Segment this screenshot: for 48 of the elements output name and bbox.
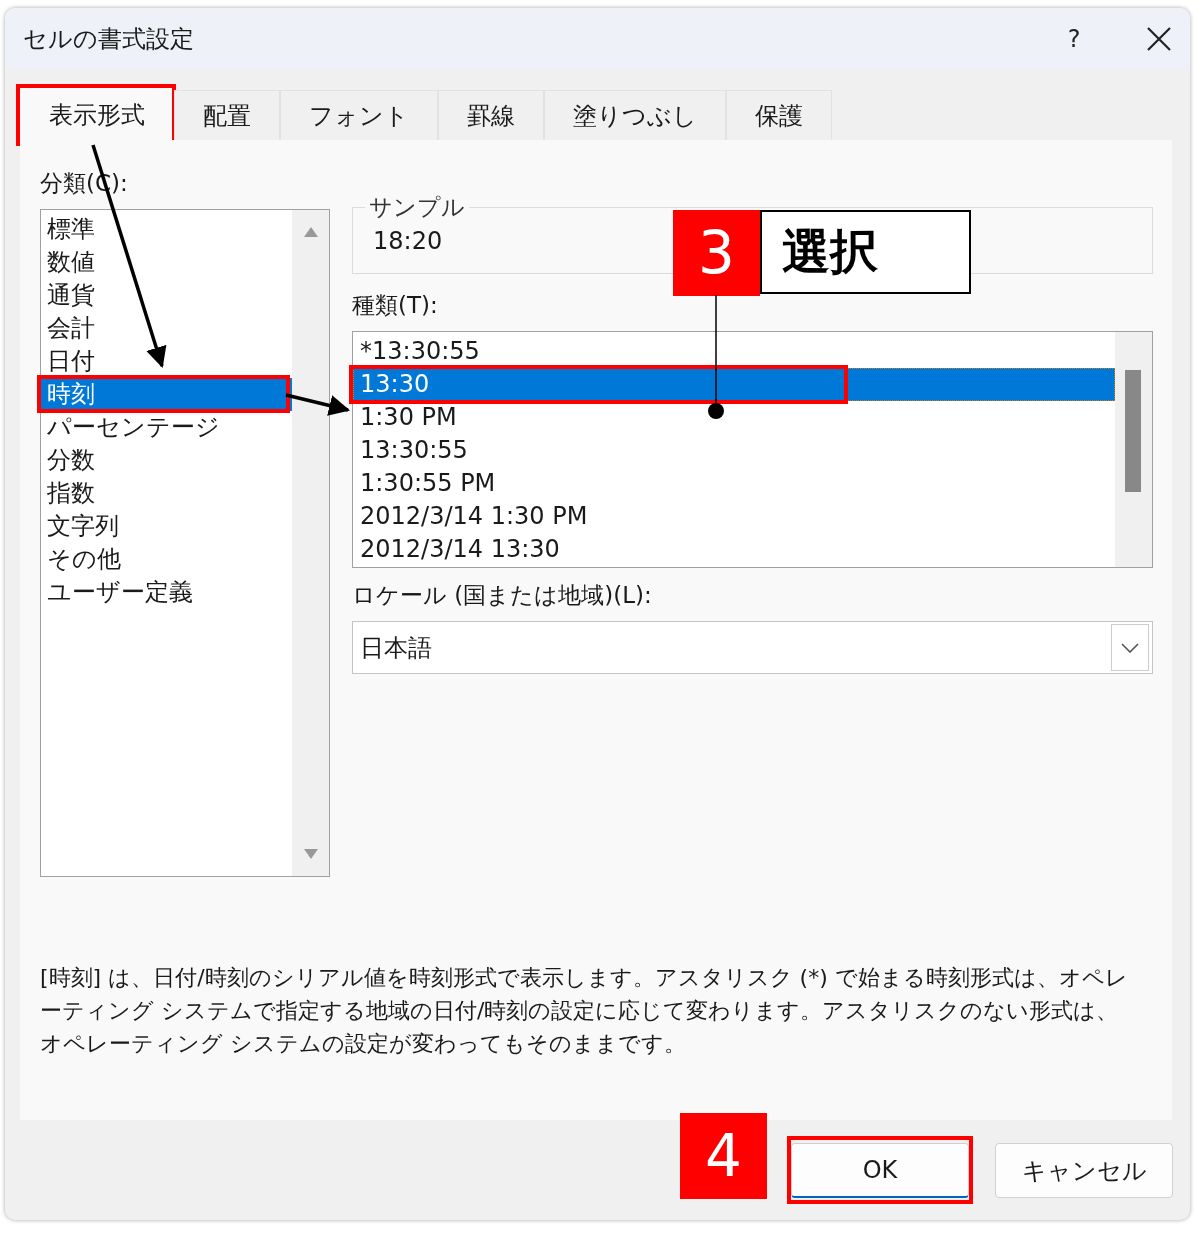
locale-label: ロケール (国または地域)(L): bbox=[352, 581, 653, 610]
type-list[interactable]: *13:30:55 13:30 1:30 PM 13:30:55 1:30:55 PM 2012/3/14 1:30 PM 2012/3/14 13:30 bbox=[352, 331, 1153, 568]
type-item[interactable]: 2012/3/14 1:30 PM bbox=[353, 500, 1115, 533]
category-item[interactable]: 文字列 bbox=[41, 510, 292, 543]
category-item[interactable]: 指数 bbox=[41, 477, 292, 510]
callout-label: 選択 bbox=[760, 210, 971, 294]
ok-button[interactable]: OK bbox=[791, 1143, 969, 1198]
tab[interactable]: 配置 bbox=[174, 90, 280, 140]
type-item[interactable]: 13:30:55 bbox=[353, 434, 1115, 467]
category-item[interactable]: 数値 bbox=[41, 246, 292, 279]
category-list[interactable]: 標準 数値 通貨 会計 日付 時刻 パーセンテージ 分数 指数 文字列 その他 ユーザー定義 bbox=[40, 209, 330, 877]
sample-value: 18:20 bbox=[373, 227, 443, 255]
cancel-button[interactable]: キャンセル bbox=[995, 1143, 1173, 1198]
category-item[interactable]: 通貨 bbox=[41, 279, 292, 312]
category-item[interactable]: 会計 bbox=[41, 312, 292, 345]
arrow bbox=[285, 393, 351, 416]
category-item[interactable]: ユーザー定義 bbox=[41, 576, 292, 609]
step-number: 3 bbox=[673, 210, 760, 296]
type-item[interactable]: 1:30:55 PM bbox=[353, 467, 1115, 500]
scroll-up-icon[interactable] bbox=[302, 226, 319, 238]
scroll-thumb[interactable] bbox=[1125, 370, 1141, 492]
tab[interactable]: フォント bbox=[280, 90, 438, 140]
tab[interactable]: 塗りつぶし bbox=[544, 90, 726, 140]
help-button[interactable]: ? bbox=[1054, 24, 1094, 54]
category-item[interactable]: 標準 bbox=[41, 213, 292, 246]
type-item[interactable]: 2012/3/14 13:30 bbox=[353, 533, 1115, 566]
close-icon bbox=[1146, 26, 1172, 52]
tab[interactable]: 表示形式 bbox=[20, 88, 174, 140]
type-label: 種類(T): bbox=[352, 291, 439, 320]
type-item[interactable]: *13:30:55 bbox=[353, 335, 1115, 368]
scrollbar[interactable] bbox=[1115, 332, 1152, 567]
type-item[interactable]: 13:30 bbox=[353, 368, 1115, 401]
scroll-down-icon[interactable] bbox=[302, 848, 319, 860]
category-item[interactable]: パーセンテージ bbox=[41, 411, 292, 444]
close-button[interactable] bbox=[1146, 26, 1172, 52]
category-item[interactable]: その他 bbox=[41, 543, 292, 576]
category-item[interactable]: 日付 bbox=[41, 345, 292, 378]
scrollbar[interactable] bbox=[292, 210, 329, 876]
type-item[interactable]: 1:30 PM bbox=[353, 401, 1115, 434]
step-number: 4 bbox=[680, 1113, 767, 1199]
tab[interactable]: 罫線 bbox=[438, 90, 544, 140]
locale-dropdown[interactable]: 日本語 bbox=[352, 621, 1153, 674]
sample-label: サンプル bbox=[368, 193, 466, 222]
description-text: [時刻] は、日付/時刻のシリアル値を時刻形式で表示します。アスタリスク (*) で始まる時刻形式は、オペレーティング システムで指定する地域の日付/時刻の設定に応じて変わります。アスタリスクのない形式は、オペレーティング システムの設定が変わってもそのままです。 bbox=[40, 964, 1129, 1058]
window-title: セルの書式設定 bbox=[23, 24, 195, 55]
tab[interactable]: 保護 bbox=[726, 90, 832, 140]
chevron-down-icon bbox=[1121, 642, 1139, 653]
category-item[interactable]: 分数 bbox=[41, 444, 292, 477]
